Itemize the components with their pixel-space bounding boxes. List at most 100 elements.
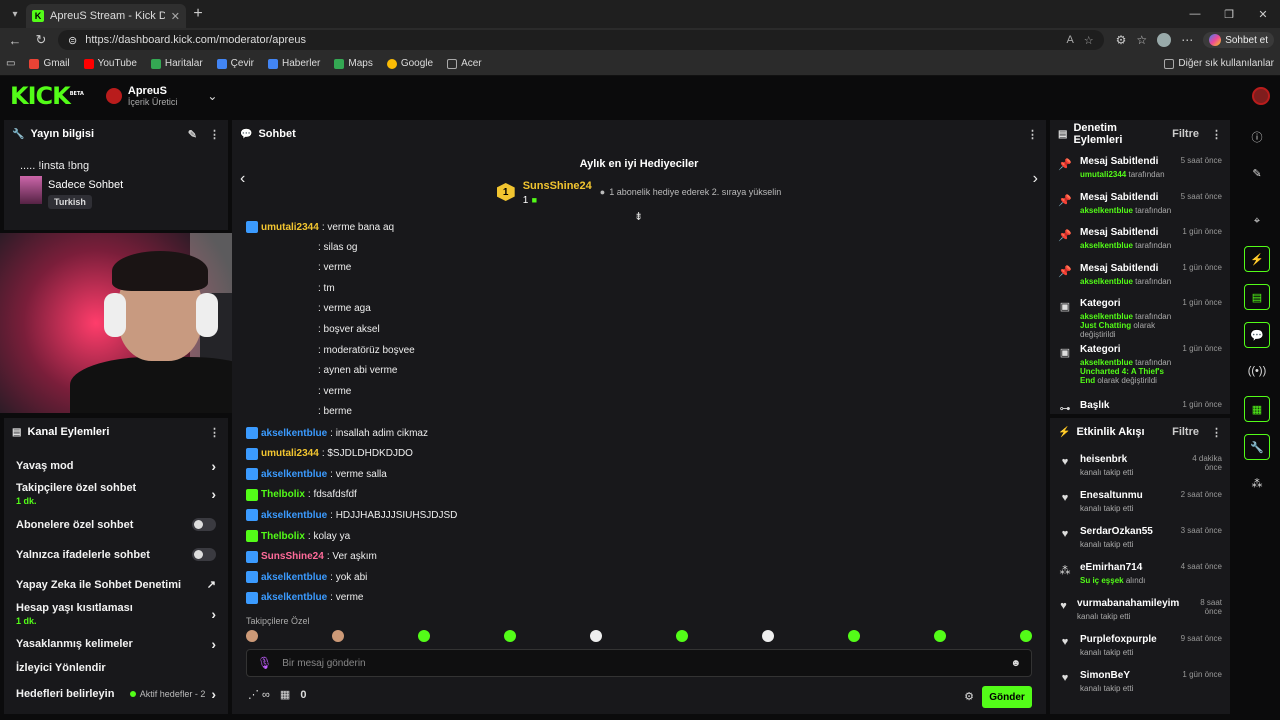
mod-action-user[interactable]: akselkentblue	[1080, 241, 1133, 250]
filter-button[interactable]: Filtre	[1172, 426, 1199, 439]
activity-item[interactable]: ♥ SimonBeY kanalı takip etti 1 gün önce	[1058, 670, 1222, 693]
account-age-item[interactable]: Hesap yaşı kısıtlaması 1 dk. ›	[4, 602, 228, 626]
mod-action-item[interactable]: ▣ Kategori akselkentblue tarafından Unchar…	[1058, 344, 1222, 385]
chat-username[interactable]: akselkentblue	[261, 592, 327, 603]
back-icon[interactable]: ←	[6, 33, 24, 48]
edit-icon[interactable]: ✎	[188, 128, 197, 141]
activity-item[interactable]: ♥ Enesaltunmu kanalı takip etti 2 saat önce	[1058, 490, 1222, 513]
emote-icon[interactable]	[848, 630, 860, 642]
mod-action-item[interactable]: 📌 Mesaj Sabitlendi akselkentblue tarafında…	[1058, 263, 1222, 286]
chat-message[interactable]: : aynen abi verme	[318, 365, 398, 376]
mod-action-item[interactable]: 📌 Mesaj Sabitlendi umutali2344 tarafından 5…	[1058, 156, 1222, 179]
emote-icon[interactable]	[590, 630, 602, 642]
layout-icon[interactable]: ▦	[1244, 396, 1270, 422]
browser-tab[interactable]: K ApreuS Stream - Kick Dashboard ✕	[26, 4, 186, 28]
banned-words-item[interactable]: Yasaklanmış kelimeler ›	[4, 636, 228, 652]
maximize-icon[interactable]: ❐	[1212, 0, 1246, 28]
goals-item[interactable]: Hedefleri belirleyin Aktif hedefler - 2 ›	[4, 686, 228, 702]
chat-message[interactable]: akselkentblue: insallah adim cikmaz	[246, 427, 428, 439]
activity-user[interactable]: eEmirhan714	[1080, 562, 1170, 573]
store-icon[interactable]: ▦	[280, 688, 290, 701]
mod-action-item[interactable]: ▣ Kategori akselkentblue tarafından Just C…	[1058, 298, 1222, 339]
more-menu-icon[interactable]: ⋯	[1181, 33, 1193, 47]
chat-username[interactable]: akselkentblue	[261, 510, 327, 521]
bookmark-maps[interactable]: Maps	[334, 58, 373, 69]
filter-button[interactable]: Filtre	[1172, 128, 1199, 141]
followers-only-item[interactable]: Takipçilere özel sohbet 1 dk. ›	[4, 482, 228, 506]
close-tab-icon[interactable]: ✕	[171, 10, 180, 23]
bookmark-cevir[interactable]: Çevir	[216, 58, 254, 69]
activity-user[interactable]: SimonBeY	[1080, 670, 1170, 681]
send-button[interactable]: Gönder	[982, 686, 1032, 708]
host-item[interactable]: İzleyici Yönlendir	[4, 662, 228, 674]
chat-message[interactable]: akselkentblue: verme salla	[246, 468, 387, 481]
points-icon[interactable]: ⋰ ∞	[248, 688, 270, 701]
wrench-icon[interactable]: 🔧	[1244, 434, 1270, 460]
mod-action-user[interactable]: umutali2344	[1080, 170, 1126, 179]
chat-message[interactable]: : verme aga	[318, 303, 371, 314]
chevron-down-icon[interactable]: ⌄	[207, 89, 217, 103]
chat-message[interactable]: akselkentblue: yok abi	[246, 571, 367, 584]
subscribers-only-toggle[interactable]	[192, 518, 216, 531]
chat-message[interactable]: Thelbolix: fdsafdsfdf	[246, 488, 357, 501]
chat-settings-icon[interactable]: ⚙	[964, 690, 974, 703]
gifter-name[interactable]: SunsShine24	[523, 180, 592, 192]
mod-action-user[interactable]: akselkentblue	[1080, 277, 1133, 286]
tab-list-icon[interactable]: ▾	[4, 3, 26, 25]
user-avatar[interactable]	[1252, 87, 1270, 105]
activity-item[interactable]: ♥ heisenbrk kanalı takip etti 4 dakika önce	[1058, 454, 1222, 477]
new-tab-button[interactable]: +	[186, 5, 210, 23]
emote-icon[interactable]	[418, 630, 430, 642]
bookmark-haritalar[interactable]: Haritalar	[150, 58, 203, 69]
chat-message[interactable]: : silas og	[318, 242, 357, 253]
chat-message[interactable]: Thelbolix: kolay ya	[246, 530, 350, 542]
chat-username[interactable]: Thelbolix	[261, 531, 305, 542]
bookmark-google[interactable]: Google	[386, 58, 433, 69]
reading-view-icon[interactable]: ▭	[6, 58, 15, 69]
activity-user[interactable]: SerdarOzkan55	[1080, 526, 1170, 537]
chat-icon[interactable]: 💬	[1244, 322, 1270, 348]
activity-user[interactable]: vurmabanahamileyim	[1077, 598, 1179, 609]
close-window-icon[interactable]: ✕	[1246, 0, 1280, 28]
activity-user[interactable]: Enesaltunmu	[1080, 490, 1170, 501]
chat-message[interactable]: : moderatörüz boşvee	[318, 345, 415, 356]
mod-action-item[interactable]: 📌 Mesaj Sabitlendi akselkentblue tarafında…	[1058, 192, 1222, 215]
bolt-icon[interactable]: ⚡	[1244, 246, 1270, 272]
broadcast-icon[interactable]: ((•))	[1244, 358, 1270, 384]
bookmark-gmail[interactable]: Gmail	[29, 58, 70, 69]
chat-message[interactable]: akselkentblue: verme	[246, 591, 364, 604]
chat-username[interactable]: umutali2344	[261, 448, 319, 459]
collections-icon[interactable]: ☆	[1136, 33, 1147, 47]
more-icon[interactable]: ⋮	[209, 426, 220, 439]
emote-icon[interactable]	[1020, 630, 1032, 642]
chat-username[interactable]: umutali2344	[261, 222, 319, 233]
chat-username[interactable]: akselkentblue	[261, 428, 327, 439]
more-icon[interactable]: ⋮	[1211, 426, 1222, 439]
chat-message[interactable]: : verme	[318, 386, 351, 397]
address-bar[interactable]: ⊜ https://dashboard.kick.com/moderator/a…	[58, 30, 1104, 50]
chat-message[interactable]: : boşver aksel	[318, 324, 380, 335]
favorite-star-icon[interactable]: ☆	[1084, 34, 1094, 47]
carousel-next-icon[interactable]: ›	[1033, 170, 1038, 188]
emote-icon[interactable]	[246, 630, 258, 642]
more-icon[interactable]: ⋮	[209, 128, 220, 141]
bookmark-youtube[interactable]: YouTube	[83, 58, 137, 69]
ai-moderation-item[interactable]: Yapay Zeka ile Sohbet Denetimi ↗	[4, 578, 228, 592]
emote-icon[interactable]	[676, 630, 688, 642]
bookmark-acer[interactable]: Acer	[447, 58, 482, 69]
emote-icon[interactable]	[934, 630, 946, 642]
carousel-prev-icon[interactable]: ‹	[240, 170, 245, 188]
chat-message[interactable]: : tm	[318, 283, 335, 294]
slow-mode-item[interactable]: Yavaş mod ›	[4, 458, 228, 474]
site-info-icon[interactable]: ⊜	[68, 34, 77, 47]
edit-icon[interactable]: ✎	[1244, 160, 1270, 186]
mod-action-item[interactable]: 📌 Mesaj Sabitlendi akselkentblue tarafında…	[1058, 227, 1222, 250]
extensions-icon[interactable]: ⚙	[1116, 33, 1127, 47]
chat-username[interactable]: akselkentblue	[261, 469, 327, 480]
kick-logo[interactable]: KICKBETA	[10, 82, 84, 110]
more-icon[interactable]: ⋮	[1027, 128, 1038, 141]
mod-action-item[interactable]: ⊶ Başlık 1 gün önce	[1058, 400, 1223, 414]
mod-action-user[interactable]: akselkentblue	[1080, 312, 1133, 321]
activity-user[interactable]: heisenbrk	[1080, 454, 1170, 465]
chat-username[interactable]: Thelbolix	[261, 489, 305, 500]
